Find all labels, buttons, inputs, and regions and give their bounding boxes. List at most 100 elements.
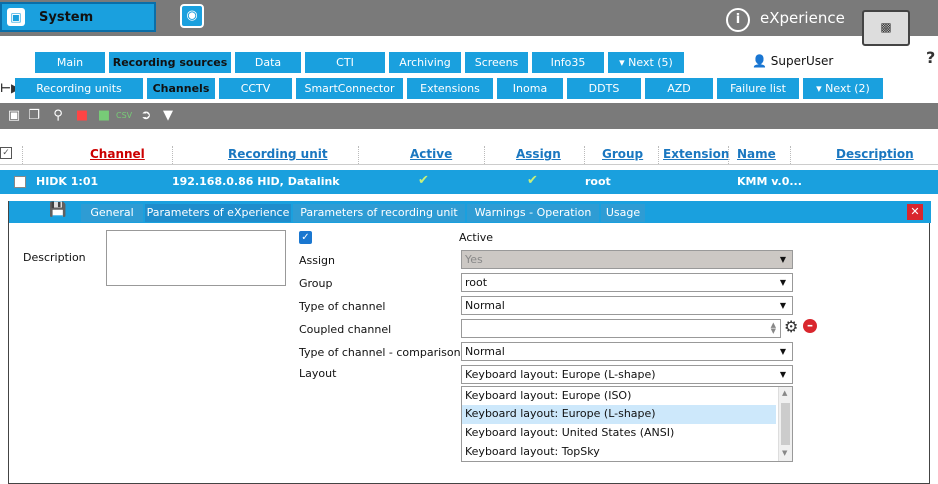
- cell-name: KMM v.0...: [737, 175, 802, 188]
- csv-icon[interactable]: CSV: [116, 107, 132, 125]
- layout-option[interactable]: Keyboard layout: Europe (ISO): [462, 387, 776, 406]
- type-of-channel-value: Normal: [465, 299, 505, 312]
- col-divider: [172, 146, 173, 164]
- col-channel[interactable]: Channel: [90, 147, 145, 161]
- col-name[interactable]: Name: [737, 147, 776, 161]
- chevron-down-icon: ▼: [779, 347, 786, 356]
- assign-check-icon: ✔: [527, 173, 538, 188]
- scroll-thumb[interactable]: [781, 403, 790, 445]
- tab-azd[interactable]: AZD: [645, 78, 713, 99]
- col-assign[interactable]: Assign: [516, 147, 561, 161]
- tree-toggle-icon[interactable]: ⊢▶: [0, 78, 20, 99]
- chevron-down-icon: ▼: [779, 255, 786, 264]
- type-comparison-value: Normal: [465, 345, 505, 358]
- row-checkbox[interactable]: [14, 176, 26, 188]
- col-divider: [484, 146, 485, 164]
- copy-icon[interactable]: ❐: [26, 107, 42, 125]
- description-textarea[interactable]: [106, 230, 286, 286]
- scroll-up-icon[interactable]: ▲: [782, 389, 787, 397]
- user-icon: 👤: [752, 54, 767, 68]
- search-icon[interactable]: ⚲: [50, 107, 66, 125]
- group-value: root: [465, 276, 488, 289]
- tab-cctv[interactable]: CCTV: [219, 78, 292, 99]
- chevron-down-icon: ▼: [779, 370, 786, 379]
- user-info[interactable]: 👤 SuperUser: [752, 54, 833, 68]
- tab-screens[interactable]: Screens: [465, 52, 528, 73]
- coupled-channel-input[interactable]: ▲ ▼: [461, 319, 781, 338]
- detail-panel: 💾 General Parameters of eXperience Param…: [8, 201, 931, 484]
- type-comparison-select[interactable]: Normal ▼: [461, 342, 793, 361]
- tab-data[interactable]: Data: [235, 52, 301, 73]
- system-settings-icon[interactable]: ◉: [180, 4, 204, 28]
- save-icon[interactable]: 💾: [49, 202, 67, 220]
- tab-recording-units[interactable]: Recording units: [15, 78, 143, 99]
- remove-icon[interactable]: –: [803, 319, 817, 333]
- col-recording-unit[interactable]: Recording unit: [228, 147, 328, 161]
- active-checkbox[interactable]: ✓: [299, 231, 312, 244]
- description-label: Description: [23, 251, 86, 264]
- system-button[interactable]: ▣ System: [0, 2, 156, 32]
- tab-cti[interactable]: CTI: [305, 52, 385, 73]
- scroll-down-icon[interactable]: ▼: [782, 449, 787, 457]
- tab-warnings-operation[interactable]: Warnings - Operation: [467, 204, 599, 222]
- table-header: ✓ Channel Recording unit Active Assign G…: [0, 143, 938, 165]
- tab-smartconnector[interactable]: SmartConnector: [296, 78, 403, 99]
- tab-recording-sources[interactable]: Recording sources: [109, 52, 231, 73]
- import-icon[interactable]: ➲: [138, 107, 154, 125]
- col-divider: [584, 146, 585, 164]
- layout-option[interactable]: Keyboard layout: TopSky: [462, 443, 776, 462]
- type-of-channel-label: Type of channel: [299, 300, 386, 313]
- tab-channels[interactable]: Channels: [147, 78, 215, 99]
- export-icon[interactable]: ■: [96, 107, 112, 125]
- table-row[interactable]: HIDK 1:01 192.168.0.86 HID, Datalink ✔ ✔…: [0, 170, 938, 194]
- select-all-checkbox[interactable]: ✓: [0, 147, 12, 159]
- assign-value: Yes: [465, 253, 483, 266]
- gear-icon[interactable]: ⚙: [784, 317, 798, 336]
- layout-label: Layout: [299, 367, 337, 380]
- active-label: Active: [459, 231, 494, 244]
- layout-option-selected[interactable]: Keyboard layout: Europe (L-shape): [462, 405, 776, 424]
- toolbar: ▣ ❐ ⚲ ■ ■ CSV ➲ ▼: [0, 103, 938, 129]
- info-icon[interactable]: i: [726, 8, 750, 32]
- active-check-icon: ✔: [418, 173, 429, 188]
- tab-usage[interactable]: Usage: [601, 204, 645, 222]
- col-extension[interactable]: Extension: [663, 147, 729, 161]
- tab-extensions[interactable]: Extensions: [407, 78, 493, 99]
- layout-option[interactable]: Keyboard layout: United States (ANSI): [462, 424, 776, 443]
- brand-title: eXperience: [760, 9, 845, 27]
- tab-ddts[interactable]: DDTS: [567, 78, 641, 99]
- layout-select[interactable]: Keyboard layout: Europe (L-shape) ▼: [461, 365, 793, 384]
- col-divider: [658, 146, 659, 164]
- filter-remove-icon[interactable]: ▼: [160, 107, 176, 125]
- spinner-icon[interactable]: ▲ ▼: [771, 322, 776, 335]
- coupled-channel-label: Coupled channel: [299, 323, 392, 336]
- system-logo-icon: ▣: [7, 8, 25, 26]
- tab-main[interactable]: Main: [35, 52, 105, 73]
- close-icon[interactable]: ✕: [907, 204, 923, 220]
- monitor-icon[interactable]: ▩: [862, 10, 910, 46]
- col-group[interactable]: Group: [602, 147, 643, 161]
- tab-info35[interactable]: Info35: [532, 52, 604, 73]
- dropdown-scrollbar[interactable]: ▲ ▼: [778, 387, 792, 461]
- database-icon[interactable]: ■: [74, 107, 90, 125]
- tab-next-sub[interactable]: ▾ Next (2): [803, 78, 883, 99]
- system-label: System: [39, 9, 94, 25]
- tab-parameters-recording-unit[interactable]: Parameters of recording unit: [293, 204, 465, 222]
- chevron-down-icon: ▼: [779, 301, 786, 310]
- layout-dropdown-list: Keyboard layout: Europe (ISO) Keyboard l…: [461, 386, 793, 462]
- tab-next-main[interactable]: ▾ Next (5): [608, 52, 684, 73]
- col-active[interactable]: Active: [410, 147, 452, 161]
- group-select[interactable]: root ▼: [461, 273, 793, 292]
- col-description[interactable]: Description: [836, 147, 914, 161]
- tab-general[interactable]: General: [81, 204, 143, 222]
- chevron-down-icon: ▼: [779, 278, 786, 287]
- tab-parameters-experience[interactable]: Parameters of eXperience: [145, 204, 291, 222]
- col-divider: [22, 146, 23, 164]
- assign-select[interactable]: Yes ▼: [461, 250, 793, 269]
- tab-archiving[interactable]: Archiving: [389, 52, 461, 73]
- add-icon[interactable]: ▣: [6, 107, 22, 125]
- tab-inoma[interactable]: Inoma: [497, 78, 563, 99]
- tab-failure-list[interactable]: Failure list: [717, 78, 799, 99]
- type-of-channel-select[interactable]: Normal ▼: [461, 296, 793, 315]
- type-comparison-label: Type of channel - comparison: [299, 346, 461, 359]
